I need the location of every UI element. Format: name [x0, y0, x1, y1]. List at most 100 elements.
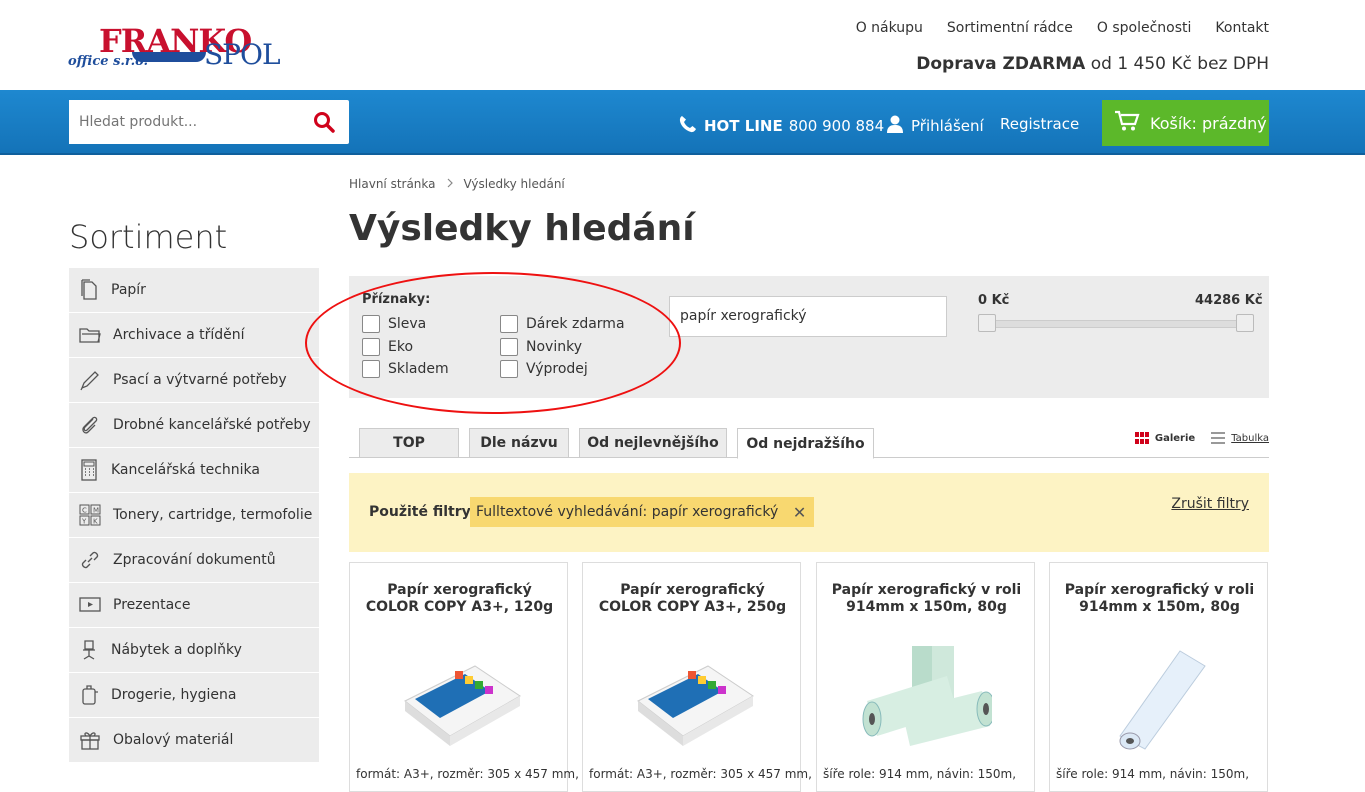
- grid-icon: [1134, 432, 1149, 444]
- shipping-rest: od 1 450 Kč bez DPH: [1090, 54, 1269, 74]
- page-title: Výsledky hledání: [349, 208, 695, 249]
- chevron-right-icon: [446, 177, 454, 191]
- breadcrumb-home[interactable]: Hlavní stránka: [349, 177, 436, 191]
- phone-icon: [678, 114, 698, 138]
- sidebar-item-label: Prezentace: [113, 597, 191, 613]
- sidebar-item-label: Zpracování dokumentů: [113, 552, 276, 568]
- sidebar-item-label: Obalový materiál: [113, 732, 234, 748]
- breadcrumb-current: Výsledky hledání: [463, 177, 565, 191]
- tab-dle-nazvu[interactable]: Dle názvu: [469, 428, 569, 458]
- link-icon: [81, 551, 99, 569]
- breadcrumb: Hlavní stránka Výsledky hledání: [349, 177, 565, 191]
- paper-roll-image: [1119, 650, 1206, 750]
- price-min-label: 0 Kč: [978, 293, 1010, 308]
- hotline[interactable]: HOT LINE 800 900 884: [678, 114, 884, 138]
- price-max-label: 44286 Kč: [1195, 293, 1263, 308]
- search-input[interactable]: [69, 100, 289, 144]
- product-card[interactable]: Papír xerografický v roli 914mm x 150m, …: [1049, 562, 1268, 792]
- product-name[interactable]: Papír xerografický COLOR COPY A3+, 250g: [593, 582, 792, 616]
- user-icon: [886, 114, 904, 138]
- view-table-label: Tabulka: [1231, 432, 1269, 444]
- sort-tabs: TOP Dle názvu Od nejlevnějšího Od nejdra…: [349, 428, 1269, 459]
- price-slider-track[interactable]: [983, 320, 1253, 328]
- sidebar-item-label: Tonery, cartridge, termofolie: [113, 507, 313, 523]
- product-grid: Papír xerografický COLOR COPY A3+, 120g …: [349, 562, 1269, 792]
- svg-text:Y: Y: [81, 518, 87, 526]
- sidebar-item-psaci[interactable]: Psací a výtvarné potřeby: [69, 358, 319, 403]
- gift-icon: [80, 732, 100, 750]
- shipping-info: Doprava ZDARMA od 1 450 Kč bez DPH: [916, 54, 1269, 74]
- sidebar-item-label: Drogerie, hygiena: [111, 687, 237, 703]
- sidebar-item-nabytek[interactable]: Nábytek a doplňky: [69, 628, 319, 673]
- sidebar-item-label: Psací a výtvarné potřeby: [113, 372, 287, 388]
- sidebar-categories: Papír Archivace a třídění Psací a výtvar…: [69, 268, 319, 763]
- product-card[interactable]: Papír xerografický COLOR COPY A3+, 120g …: [349, 562, 579, 792]
- toner-icon: C MY K: [79, 504, 101, 526]
- view-gallery[interactable]: Galerie: [1134, 432, 1196, 444]
- cart-button[interactable]: Košík: prázdný: [1102, 100, 1269, 146]
- paperclip-icon: [82, 416, 98, 434]
- register-link[interactable]: Registrace: [1000, 115, 1079, 133]
- product-name[interactable]: Papír xerografický COLOR COPY A3+, 120g: [360, 582, 559, 616]
- main-navbar: HOT LINE 800 900 884 Přihlášení Registra…: [0, 90, 1365, 155]
- view-table[interactable]: Tabulka: [1211, 432, 1269, 444]
- product-name[interactable]: Papír xerografický v roli 914mm x 150m, …: [827, 582, 1026, 616]
- price-slider-min-handle[interactable]: [978, 314, 996, 332]
- tab-od-nejdrazsiho[interactable]: Od nejdražšího: [737, 428, 874, 459]
- logo-sub-text: office s.r.o.: [68, 54, 149, 69]
- top-link-o-spolecnosti[interactable]: O společnosti: [1097, 20, 1192, 36]
- product-card[interactable]: Papír xerografický v roli 914mm x 150m, …: [816, 562, 1035, 792]
- red-highlight-ellipse: [305, 272, 681, 414]
- sidebar-item-label: Drobné kancelářské potřeby: [113, 417, 311, 433]
- sidebar-item-archivace[interactable]: Archivace a třídění: [69, 313, 319, 358]
- sidebar-item-label: Archivace a třídění: [113, 327, 245, 343]
- view-switcher: Galerie Tabulka: [1134, 432, 1269, 444]
- sidebar-item-drogerie[interactable]: Drogerie, hygiena: [69, 673, 319, 718]
- hygiene-icon: [82, 685, 98, 705]
- sidebar-item-tonery[interactable]: CMYK Tonery, cartridge, termofolie: [69, 493, 319, 538]
- pen-icon: [80, 371, 99, 391]
- svg-text:K: K: [93, 518, 98, 526]
- sidebar-item-zpracovani[interactable]: Zpracování dokumentů: [69, 538, 319, 583]
- sidebar-item-drobne[interactable]: Drobné kancelářské potřeby: [69, 403, 319, 448]
- sidebar-title: Sortiment: [69, 218, 228, 256]
- sidebar-item-papir[interactable]: Papír: [69, 268, 319, 313]
- sidebar-item-label: Papír: [111, 282, 146, 298]
- list-icon: [1211, 432, 1226, 444]
- calculator-icon: [81, 459, 97, 481]
- filter-chip: Fulltextové vyhledávání: papír xerografi…: [470, 497, 815, 527]
- price-slider-max-handle[interactable]: [1236, 314, 1254, 332]
- sidebar-item-label: Kancelářská technika: [111, 462, 260, 478]
- sidebar-item-prezentace[interactable]: Prezentace: [69, 583, 319, 628]
- shipping-bold: Doprava ZDARMA: [916, 54, 1086, 74]
- tab-od-nejlevnejsiho[interactable]: Od nejlevnějšího: [579, 428, 727, 458]
- top-link-sortimentni-radce[interactable]: Sortimentní rádce: [947, 20, 1073, 36]
- sidebar-item-technika[interactable]: Kancelářská technika: [69, 448, 319, 493]
- top-link-kontakt[interactable]: Kontakt: [1215, 20, 1269, 36]
- fulltext-filter-input[interactable]: papír xerografický: [669, 296, 947, 337]
- login-label: Přihlášení: [911, 117, 984, 135]
- paper-ream-image: [404, 665, 521, 746]
- presentation-icon: [79, 597, 101, 612]
- paper-icon: [81, 279, 97, 300]
- close-icon[interactable]: ✕: [793, 503, 806, 522]
- product-name[interactable]: Papír xerografický v roli 914mm x 150m, …: [1060, 582, 1259, 616]
- search-icon[interactable]: [313, 111, 335, 137]
- logo-secondary-text: SPOL: [204, 38, 281, 71]
- view-gallery-label: Galerie: [1154, 432, 1196, 444]
- tab-top[interactable]: TOP: [359, 428, 459, 458]
- login-link[interactable]: Přihlášení: [886, 114, 984, 138]
- cart-label: Košík: prázdný: [1150, 113, 1267, 133]
- sidebar-item-obalovy[interactable]: Obalový materiál: [69, 718, 319, 763]
- applied-filters-label: Použité filtry:: [369, 504, 477, 520]
- sidebar-item-label: Nábytek a doplňky: [111, 642, 242, 658]
- chair-icon: [83, 640, 95, 660]
- product-card[interactable]: Papír xerografický COLOR COPY A3+, 250g …: [582, 562, 812, 792]
- hotline-number: 800 900 884: [788, 117, 885, 135]
- clear-filters-link[interactable]: Zrušit filtry: [1171, 496, 1249, 512]
- svg-text:C: C: [82, 507, 87, 515]
- top-link-o-nakupu[interactable]: O nákupu: [856, 20, 923, 36]
- franko-spol-logo[interactable]: FRANKO SPOL office s.r.o.: [68, 22, 281, 74]
- top-header: FRANKO SPOL office s.r.o. O nákupu Sorti…: [0, 0, 1365, 90]
- folder-icon: [79, 328, 101, 343]
